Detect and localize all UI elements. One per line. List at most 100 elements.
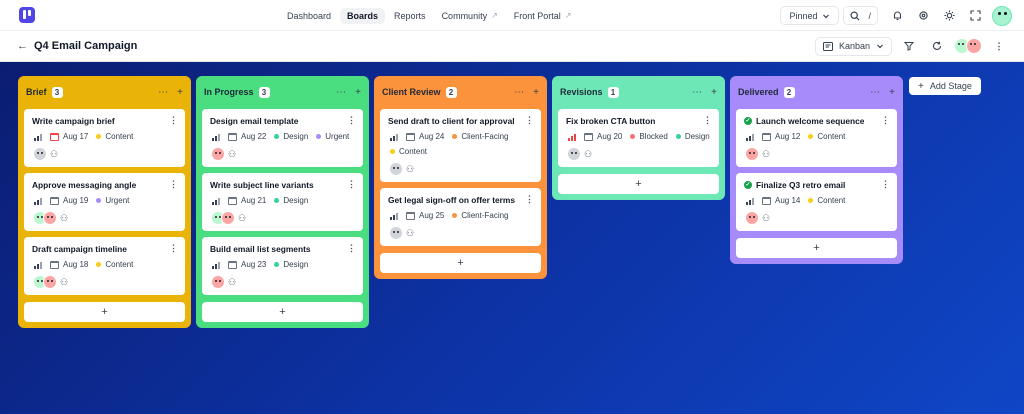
task-card[interactable]: Design email template ⋮ Aug 22 Design Urgent… xyxy=(202,109,363,167)
add-card-button[interactable]: + xyxy=(558,174,719,194)
assignees[interactable]: ⚇ xyxy=(744,147,890,161)
add-assignee-icon[interactable]: ⚇ xyxy=(584,149,592,160)
board-members[interactable] xyxy=(954,38,982,54)
app-logo-icon[interactable] xyxy=(19,7,35,23)
column-count-badge: 2 xyxy=(445,86,457,98)
assignees[interactable]: ⚇ xyxy=(32,275,178,289)
sun-icon xyxy=(944,10,954,21)
user-avatar[interactable] xyxy=(992,5,1012,26)
tag-dot-icon xyxy=(316,134,322,139)
nav-front-portal[interactable]: Front Portal ↗ xyxy=(507,8,579,24)
nav-reports[interactable]: Reports xyxy=(387,8,433,24)
task-card-title-row: Send draft to client for approval xyxy=(388,116,534,126)
task-card-title-row: Draft campaign timeline xyxy=(32,244,178,254)
task-card[interactable]: Draft campaign timeline ⋮ Aug 18 Content ⚇ xyxy=(24,237,185,295)
view-switcher[interactable]: Kanban xyxy=(814,36,892,56)
task-title: Build email list segments xyxy=(210,244,311,254)
task-meta: Aug 23 Design xyxy=(210,260,356,269)
add-stage-button[interactable]: + Add Stage xyxy=(909,77,981,95)
tag-label: Content xyxy=(817,196,846,205)
add-card-button[interactable]: + xyxy=(736,238,897,258)
pinned-label: Pinned xyxy=(789,10,818,21)
task-card[interactable]: Approve messaging angle ⋮ Aug 19 Urgent ⚇ xyxy=(24,173,185,231)
column-title: Revisions xyxy=(560,87,603,97)
task-card[interactable]: Send draft to client for approval ⋮ Aug 24… xyxy=(380,109,541,182)
column-more-icon[interactable]: ⋯ xyxy=(336,87,346,98)
add-assignee-icon[interactable]: ⚇ xyxy=(228,149,236,160)
task-card-title-row: Get legal sign-off on offer terms xyxy=(388,195,534,205)
column-more-icon[interactable]: ⋯ xyxy=(514,87,524,98)
add-assignee-icon[interactable]: ⚇ xyxy=(60,213,68,224)
tag-label: Urgent xyxy=(105,196,130,205)
add-assignee-icon[interactable]: ⚇ xyxy=(406,164,414,175)
task-meta: Aug 25 Client-Facing xyxy=(388,211,534,220)
assignees[interactable]: ⚇ xyxy=(210,275,356,289)
card-menu-icon[interactable]: ⋮ xyxy=(169,179,178,190)
add-card-button[interactable]: + xyxy=(380,253,541,273)
card-menu-icon[interactable]: ⋮ xyxy=(347,179,356,190)
card-menu-icon[interactable]: ⋮ xyxy=(525,115,534,126)
add-assignee-icon[interactable]: ⚇ xyxy=(762,149,770,160)
card-menu-icon[interactable]: ⋮ xyxy=(703,115,712,126)
assignee-avatar xyxy=(211,275,225,289)
tag-dot-icon xyxy=(452,134,458,139)
assignees[interactable]: ⚇ xyxy=(32,211,178,225)
assignees[interactable]: ⚇ xyxy=(744,211,890,225)
tag-design: Design xyxy=(274,132,308,141)
column-add-icon[interactable]: + xyxy=(533,87,539,98)
assignees[interactable]: ⚇ xyxy=(388,226,534,240)
search-icon xyxy=(850,10,860,20)
task-card[interactable]: Build email list segments ⋮ Aug 23 Design ⚇ xyxy=(202,237,363,295)
pinned-dropdown[interactable]: Pinned xyxy=(780,6,840,25)
settings-button[interactable] xyxy=(912,6,934,26)
add-assignee-icon[interactable]: ⚇ xyxy=(50,149,58,160)
column-more-icon[interactable]: ⋯ xyxy=(158,87,168,98)
task-card[interactable]: Fix broken CTA button ⋮ Aug 20 Blocked Desig… xyxy=(558,109,719,167)
card-menu-icon[interactable]: ⋮ xyxy=(169,115,178,126)
card-menu-icon[interactable]: ⋮ xyxy=(347,243,356,254)
add-assignee-icon[interactable]: ⚇ xyxy=(406,228,414,239)
assignees[interactable]: ⚇ xyxy=(566,147,712,161)
back-arrow-icon[interactable]: ← xyxy=(17,40,28,52)
fullscreen-button[interactable] xyxy=(964,6,986,26)
filter-button[interactable] xyxy=(898,36,920,56)
column-more-icon[interactable]: ⋯ xyxy=(692,87,702,98)
nav-community[interactable]: Community ↗ xyxy=(435,8,505,24)
task-card[interactable]: ✓ Finalize Q3 retro email ⋮ Aug 14 Content ⚇ xyxy=(736,173,897,231)
add-assignee-icon[interactable]: ⚇ xyxy=(762,213,770,224)
gear-icon xyxy=(918,11,928,20)
card-menu-icon[interactable]: ⋮ xyxy=(347,115,356,126)
nav-boards[interactable]: Boards xyxy=(340,7,386,24)
add-assignee-icon[interactable]: ⚇ xyxy=(60,277,68,288)
search-button[interactable]: / xyxy=(843,6,878,25)
column-add-icon[interactable]: + xyxy=(355,87,361,98)
tag-dot-icon xyxy=(274,134,280,139)
column-add-icon[interactable]: + xyxy=(177,87,183,98)
task-card[interactable]: Write campaign brief ⋮ Aug 17 Content ⚇ xyxy=(24,109,185,167)
nav-dashboard[interactable]: Dashboard xyxy=(280,8,338,24)
task-card[interactable]: ✓ Launch welcome sequence ⋮ Aug 12 Content ⚇ xyxy=(736,109,897,167)
add-assignee-icon[interactable]: ⚇ xyxy=(228,277,236,288)
assignees[interactable]: ⚇ xyxy=(210,211,356,225)
column-more-icon[interactable]: ⋯ xyxy=(870,87,880,98)
refresh-button[interactable] xyxy=(926,36,948,56)
column-actions: ⋯ + xyxy=(158,87,183,98)
notifications-button[interactable] xyxy=(886,6,908,26)
add-card-button[interactable]: + xyxy=(202,302,363,322)
card-menu-icon[interactable]: ⋮ xyxy=(525,194,534,205)
task-card[interactable]: Get legal sign-off on offer terms ⋮ Aug 25… xyxy=(380,188,541,246)
card-menu-icon[interactable]: ⋮ xyxy=(881,115,890,126)
assignees[interactable]: ⚇ xyxy=(32,147,178,161)
theme-toggle-button[interactable] xyxy=(938,6,960,26)
card-menu-icon[interactable]: ⋮ xyxy=(169,243,178,254)
task-title: Get legal sign-off on offer terms xyxy=(388,195,516,205)
task-card[interactable]: Write subject line variants ⋮ Aug 21 Design… xyxy=(202,173,363,231)
add-card-button[interactable]: + xyxy=(24,302,185,322)
column-add-icon[interactable]: + xyxy=(889,87,895,98)
add-assignee-icon[interactable]: ⚇ xyxy=(238,213,246,224)
more-options-button[interactable]: ⋮ xyxy=(988,36,1010,56)
assignees[interactable]: ⚇ xyxy=(210,147,356,161)
assignees[interactable]: ⚇ xyxy=(388,162,534,176)
column-add-icon[interactable]: + xyxy=(711,87,717,98)
card-menu-icon[interactable]: ⋮ xyxy=(881,179,890,190)
